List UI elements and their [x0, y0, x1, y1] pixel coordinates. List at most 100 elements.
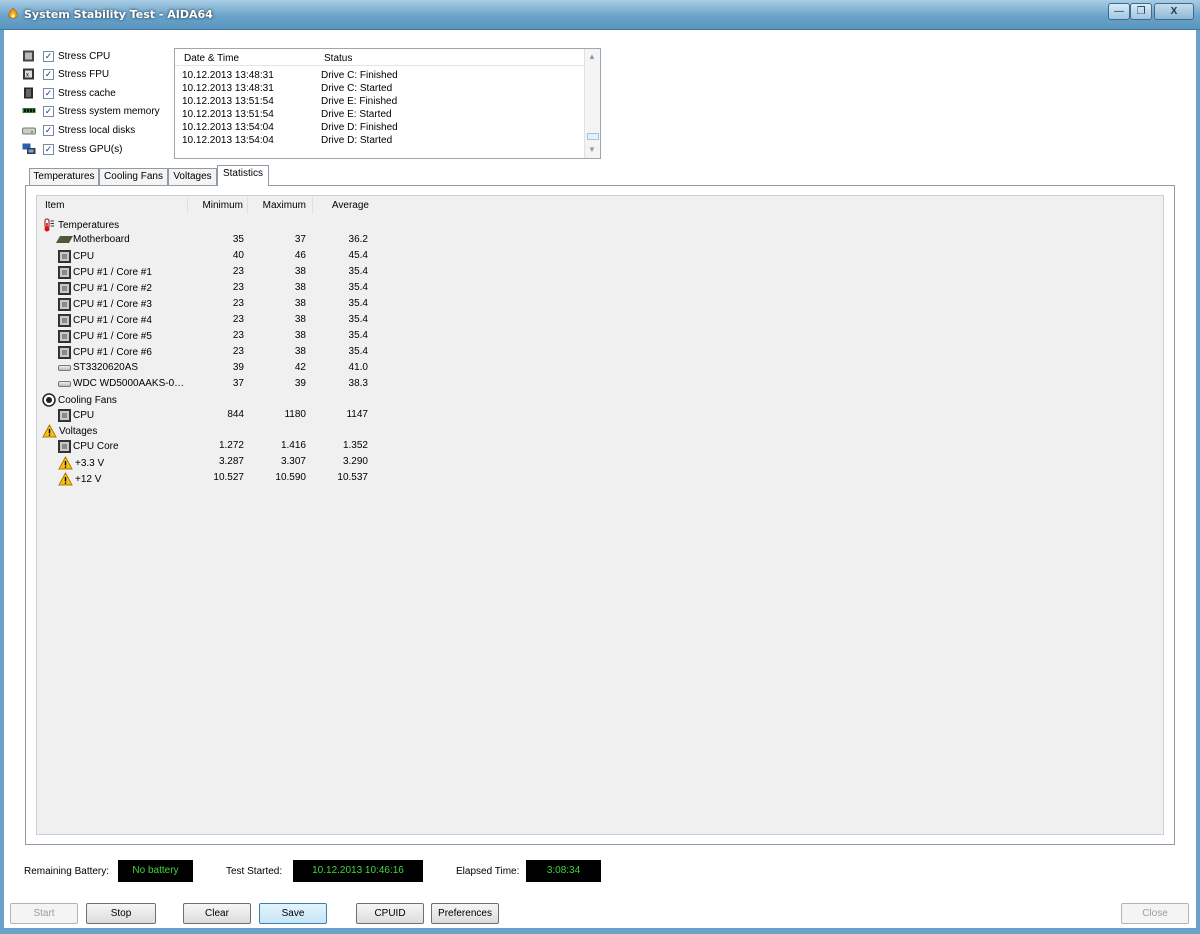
- col-item[interactable]: Item: [40, 197, 188, 214]
- cpu-icon: [58, 250, 71, 263]
- start-button[interactable]: Start: [10, 903, 78, 924]
- col-maximum[interactable]: Maximum: [248, 197, 313, 214]
- table-row[interactable]: CPU #1 / Core #4 23 38 35.4: [40, 312, 380, 328]
- stress-fpu-label: Stress FPU: [58, 68, 110, 80]
- table-row[interactable]: +12 V 10.527 10.590 10.537: [40, 470, 380, 486]
- group-label: Voltages: [59, 425, 98, 437]
- cpu-icon: [23, 50, 34, 62]
- save-button[interactable]: Save: [259, 903, 327, 924]
- group-row-temperatures[interactable]: Temperatures: [40, 216, 380, 232]
- hard-disk-icon: [58, 364, 71, 371]
- aida64-flame-icon: [8, 7, 18, 19]
- scrollbar-thumb[interactable]: [587, 133, 599, 140]
- table-row[interactable]: CPU 40 46 45.4: [40, 248, 380, 264]
- cpu-icon: [58, 440, 71, 453]
- cpu-icon: [58, 330, 71, 343]
- stress-gpu-label: Stress GPU(s): [58, 143, 123, 155]
- stress-cpu-checkbox[interactable]: ✓: [43, 50, 54, 62]
- table-row[interactable]: ST3320620AS 39 42 41.0: [40, 360, 380, 376]
- log-scrollbar[interactable]: ▲ ▼: [584, 49, 600, 158]
- scroll-up-icon[interactable]: ▲: [588, 52, 596, 61]
- cpu-icon: [58, 314, 71, 327]
- elapsed-time-label: Elapsed Time:: [456, 866, 520, 877]
- group-row-voltages[interactable]: Voltages: [40, 422, 380, 438]
- close-button[interactable]: Close: [1121, 903, 1189, 924]
- stop-button[interactable]: Stop: [86, 903, 156, 924]
- col-minimum[interactable]: Minimum: [188, 197, 248, 214]
- table-row[interactable]: CPU #1 / Core #2 23 38 35.4: [40, 280, 380, 296]
- restore-icon: ❐: [1136, 6, 1146, 17]
- disk-icon: [22, 127, 36, 135]
- motherboard-icon: [55, 236, 74, 243]
- stress-disks-option[interactable]: ✓ Stress local disks: [22, 122, 135, 138]
- stress-cpu-label: Stress CPU: [58, 50, 111, 62]
- stress-disks-label: Stress local disks: [58, 124, 136, 136]
- stress-memory-option[interactable]: ✓ Stress system memory: [22, 103, 160, 119]
- table-row[interactable]: WDC WD5000AAKS-0… 37 39 38.3: [40, 376, 380, 392]
- table-row[interactable]: CPU 844 1180 1147: [40, 407, 380, 423]
- thermometer-icon: [44, 218, 54, 232]
- warning-icon: [58, 456, 73, 470]
- stress-fpu-checkbox[interactable]: ✓: [43, 68, 54, 80]
- memory-icon: [22, 108, 36, 113]
- group-row-cooling-fans[interactable]: Cooling Fans: [40, 391, 380, 407]
- minimize-button[interactable]: —: [1108, 3, 1130, 20]
- stress-cpu-option[interactable]: ✓ Stress CPU: [22, 48, 110, 64]
- log-col-date[interactable]: Date & Time: [184, 53, 239, 64]
- test-started-value: 10.12.2013 10:46:16: [293, 860, 423, 882]
- table-row[interactable]: CPU #1 / Core #6 23 38 35.4: [40, 344, 380, 360]
- table-row[interactable]: CPU Core 1.272 1.416 1.352: [40, 438, 380, 454]
- table-row[interactable]: CPU #1 / Core #3 23 38 35.4: [40, 296, 380, 312]
- window-frame-right: [1196, 30, 1200, 934]
- hard-disk-icon: [58, 380, 71, 387]
- table-row[interactable]: CPU #1 / Core #1 23 38 35.4: [40, 264, 380, 280]
- tab-voltages[interactable]: Voltages: [168, 168, 217, 185]
- maximize-button[interactable]: ❐: [1130, 3, 1152, 20]
- cpuid-button[interactable]: CPUID: [356, 903, 424, 924]
- close-window-button[interactable]: X: [1154, 3, 1194, 20]
- stress-cache-label: Stress cache: [58, 87, 116, 99]
- table-row[interactable]: CPU #1 / Core #5 23 38 35.4: [40, 328, 380, 344]
- table-row[interactable]: Motherboard 35 37 36.2: [40, 232, 380, 248]
- window-title: System Stability Test - AIDA64: [24, 8, 213, 21]
- gpu-icon: [22, 143, 36, 154]
- tab-cooling-fans[interactable]: Cooling Fans: [99, 168, 168, 185]
- cpu-icon: [58, 346, 71, 359]
- stress-disks-checkbox[interactable]: ✓: [43, 124, 54, 136]
- scroll-down-icon[interactable]: ▼: [588, 145, 596, 154]
- minimize-icon: —: [1114, 6, 1124, 17]
- table-row[interactable]: +3.3 V 3.287 3.307 3.290: [40, 454, 380, 470]
- group-label: Cooling Fans: [58, 394, 117, 406]
- cpu-icon: [58, 282, 71, 295]
- stress-gpu-option[interactable]: ✓ Stress GPU(s): [22, 141, 122, 157]
- fan-icon: [42, 393, 56, 407]
- log-header: Date & Time Status: [175, 49, 585, 66]
- stress-gpu-checkbox[interactable]: ✓: [43, 143, 54, 155]
- cache-icon: [24, 87, 33, 99]
- stress-memory-label: Stress system memory: [58, 105, 160, 117]
- cpu-icon: [58, 409, 71, 422]
- group-label: Temperatures: [58, 219, 120, 231]
- elapsed-time-value: 3:08:34: [526, 860, 601, 882]
- stress-fpu-option[interactable]: x ✓ Stress FPU: [22, 66, 109, 82]
- log-col-status[interactable]: Status: [324, 53, 352, 64]
- cpu-icon: [58, 266, 71, 279]
- warning-icon: [42, 424, 57, 438]
- tab-temperatures[interactable]: Temperatures: [29, 168, 99, 185]
- test-started-label: Test Started:: [226, 866, 283, 877]
- fpu-icon: x: [23, 68, 34, 80]
- col-average[interactable]: Average: [313, 197, 373, 214]
- battery-value: No battery: [118, 860, 193, 882]
- window-frame-left: [0, 30, 4, 934]
- tab-statistics[interactable]: Statistics: [217, 165, 269, 186]
- warning-icon: [58, 472, 73, 486]
- stress-cache-checkbox[interactable]: ✓: [43, 87, 54, 99]
- title-bar[interactable]: System Stability Test - AIDA64 — ❐ X: [0, 0, 1200, 30]
- event-log[interactable]: Date & Time Status 10.12.2013 13:48:31 Dr…: [174, 48, 601, 159]
- stress-cache-option[interactable]: ✓ Stress cache: [22, 85, 116, 101]
- stress-memory-checkbox[interactable]: ✓: [43, 105, 54, 117]
- clear-button[interactable]: Clear: [183, 903, 251, 924]
- preferences-button[interactable]: Preferences: [431, 903, 499, 924]
- window-frame-bottom: [0, 928, 1200, 934]
- svg-text:x: x: [26, 73, 29, 79]
